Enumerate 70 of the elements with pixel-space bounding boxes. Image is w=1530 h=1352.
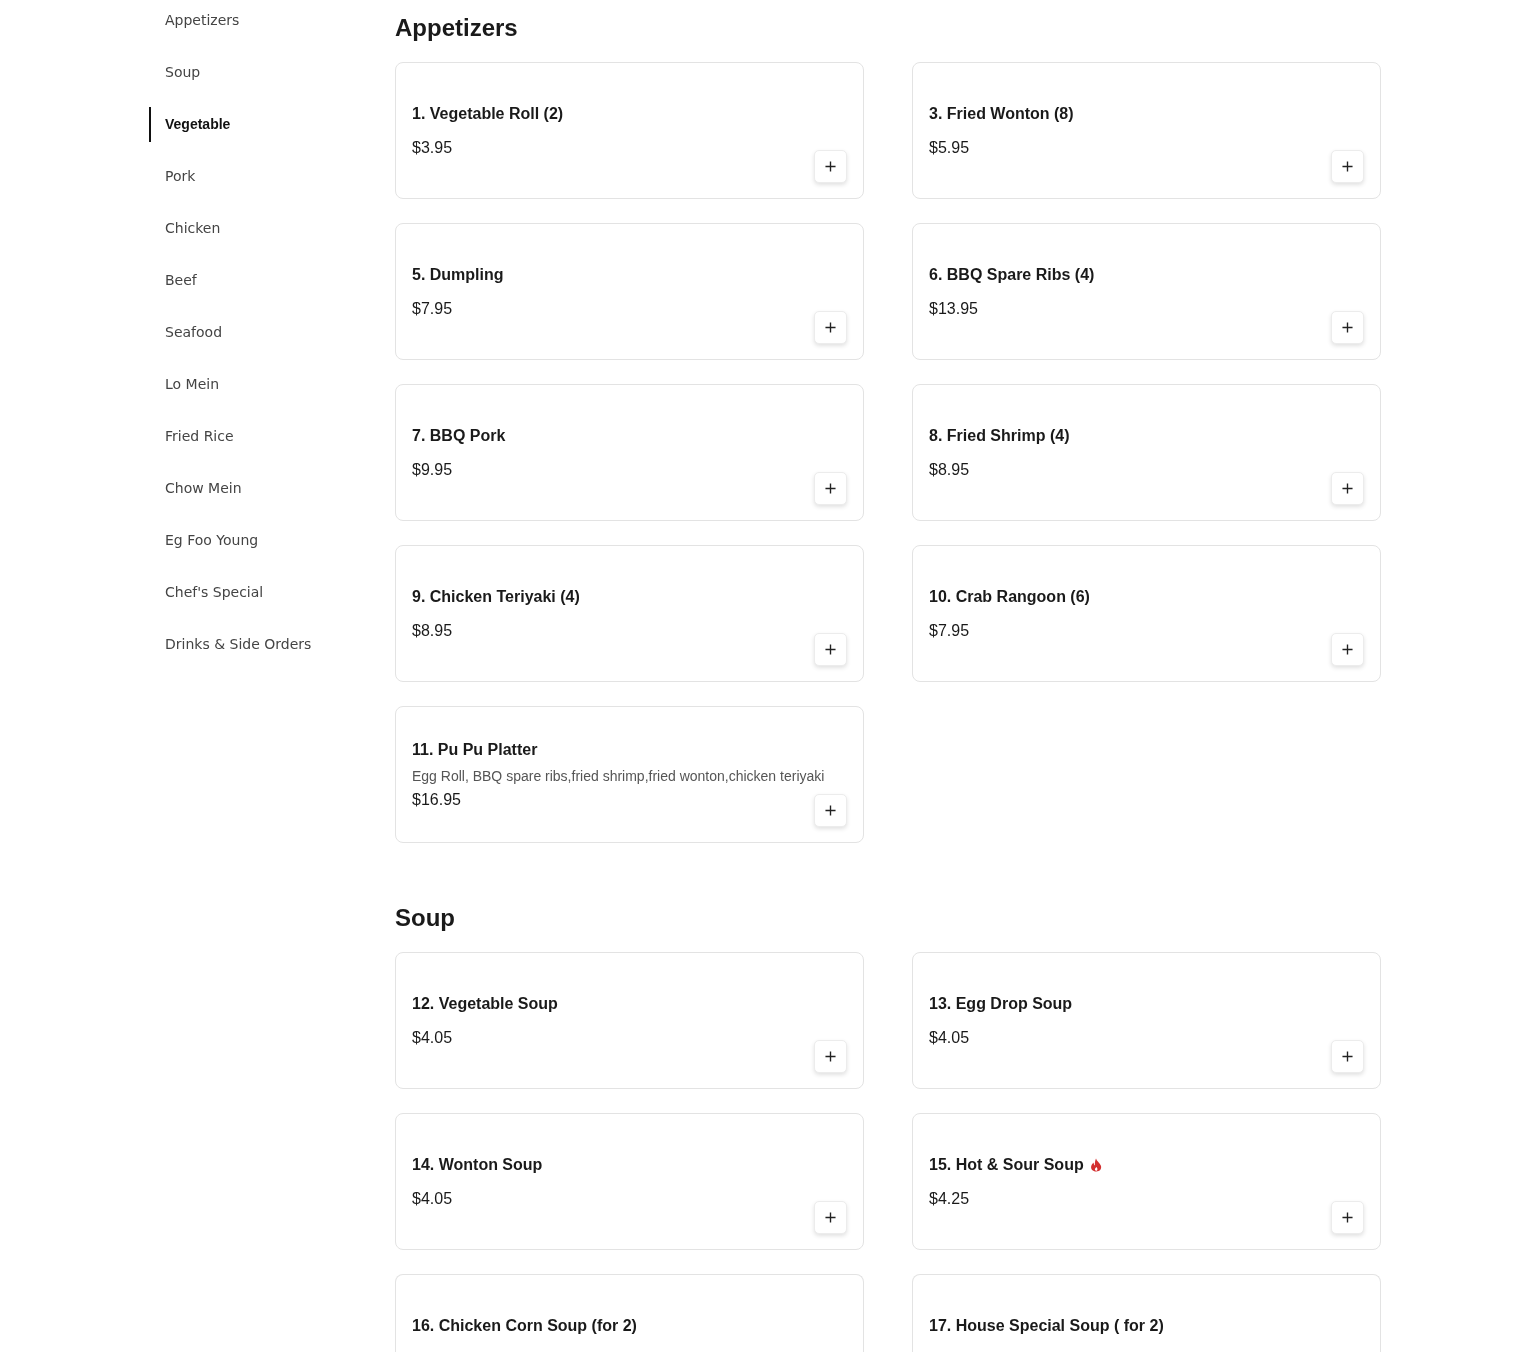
item-title: 9. Chicken Teriyaki (4) bbox=[412, 586, 580, 607]
category-link[interactable]: Vegetable bbox=[149, 107, 233, 142]
category-link[interactable]: Beef bbox=[149, 263, 199, 298]
category-link[interactable]: Chow Mein bbox=[149, 471, 244, 506]
add-button[interactable] bbox=[1331, 1201, 1364, 1234]
plus-icon bbox=[825, 1212, 836, 1223]
category-link[interactable]: Pork bbox=[149, 159, 198, 194]
item-title: 15. Hot & Sour Soup bbox=[929, 1154, 1084, 1175]
item-title: 1. Vegetable Roll (2) bbox=[412, 103, 564, 124]
item-price: $4.05 bbox=[412, 1188, 453, 1209]
category-link[interactable]: Lo Mein bbox=[149, 367, 222, 402]
add-button[interactable] bbox=[814, 311, 847, 344]
category-link[interactable]: Chef's Special bbox=[149, 575, 266, 610]
item-title: 5. Dumpling bbox=[412, 264, 504, 285]
item-price: $8.95 bbox=[412, 620, 453, 641]
category-link[interactable]: Appetizers bbox=[149, 3, 242, 38]
add-button[interactable] bbox=[814, 1040, 847, 1073]
category-link[interactable]: Eg Foo Young bbox=[149, 523, 261, 558]
category-link[interactable]: Fried Rice bbox=[149, 419, 236, 454]
item-title: 14. Wonton Soup bbox=[412, 1154, 543, 1175]
plus-icon bbox=[825, 1051, 836, 1062]
item-title: 10. Crab Rangoon (6) bbox=[929, 586, 1090, 607]
plus-icon bbox=[825, 161, 836, 172]
item-price: $5.95 bbox=[929, 137, 970, 158]
item-title: 16. Chicken Corn Soup (for 2) bbox=[412, 1316, 637, 1336]
category-link[interactable]: Soup bbox=[149, 55, 203, 90]
add-button[interactable] bbox=[1331, 150, 1364, 183]
plus-icon bbox=[1342, 1212, 1353, 1223]
item-title: 13. Egg Drop Soup bbox=[929, 993, 1073, 1014]
item-title: 7. BBQ Pork bbox=[412, 425, 506, 446]
plus-icon bbox=[1342, 483, 1353, 494]
item-title: 3. Fried Wonton (8) bbox=[929, 103, 1074, 124]
add-button[interactable] bbox=[1331, 472, 1364, 505]
plus-icon bbox=[825, 322, 836, 333]
plus-icon bbox=[1342, 1051, 1353, 1062]
item-price: $13.95 bbox=[929, 298, 978, 319]
item-description: Egg Roll, BBQ spare ribs,fried shrimp,fried wonton,chicken teriyaki bbox=[412, 766, 825, 786]
add-button[interactable] bbox=[814, 472, 847, 505]
item-price: $4.05 bbox=[412, 1027, 453, 1048]
item-price: $8.95 bbox=[929, 459, 970, 480]
category-link[interactable]: Drinks & Side Orders bbox=[149, 627, 314, 662]
item-title: 8. Fried Shrimp (4) bbox=[929, 425, 1070, 446]
item-title: 17. House Special Soup ( for 2) bbox=[929, 1316, 1164, 1336]
category-link[interactable]: Chicken bbox=[149, 211, 223, 246]
add-button[interactable] bbox=[1331, 311, 1364, 344]
plus-icon bbox=[1342, 161, 1353, 172]
item-title: 6. BBQ Spare Ribs (4) bbox=[929, 264, 1095, 285]
item-price: $16.95 bbox=[412, 789, 461, 810]
item-title: 11. Pu Pu Platter bbox=[412, 739, 538, 760]
section-heading: Soup bbox=[395, 903, 455, 933]
plus-icon bbox=[825, 644, 836, 655]
item-price: $7.95 bbox=[929, 620, 970, 641]
add-button[interactable] bbox=[814, 794, 847, 827]
add-button[interactable] bbox=[814, 633, 847, 666]
add-button[interactable] bbox=[814, 1201, 847, 1234]
item-price: $4.25 bbox=[929, 1188, 970, 1209]
item-price: $9.95 bbox=[412, 459, 453, 480]
item-price: $7.95 bbox=[412, 298, 453, 319]
plus-icon bbox=[825, 483, 836, 494]
item-title: 12. Vegetable Soup bbox=[412, 993, 558, 1014]
plus-icon bbox=[1342, 644, 1353, 655]
add-button[interactable] bbox=[814, 150, 847, 183]
add-button[interactable] bbox=[1331, 633, 1364, 666]
section-heading: Appetizers bbox=[395, 13, 518, 43]
category-link[interactable]: Seafood bbox=[149, 315, 225, 350]
add-button[interactable] bbox=[1331, 1040, 1364, 1073]
item-price: $3.95 bbox=[412, 137, 453, 158]
item-price: $4.05 bbox=[929, 1027, 970, 1048]
plus-icon bbox=[825, 805, 836, 816]
plus-icon bbox=[1342, 322, 1353, 333]
